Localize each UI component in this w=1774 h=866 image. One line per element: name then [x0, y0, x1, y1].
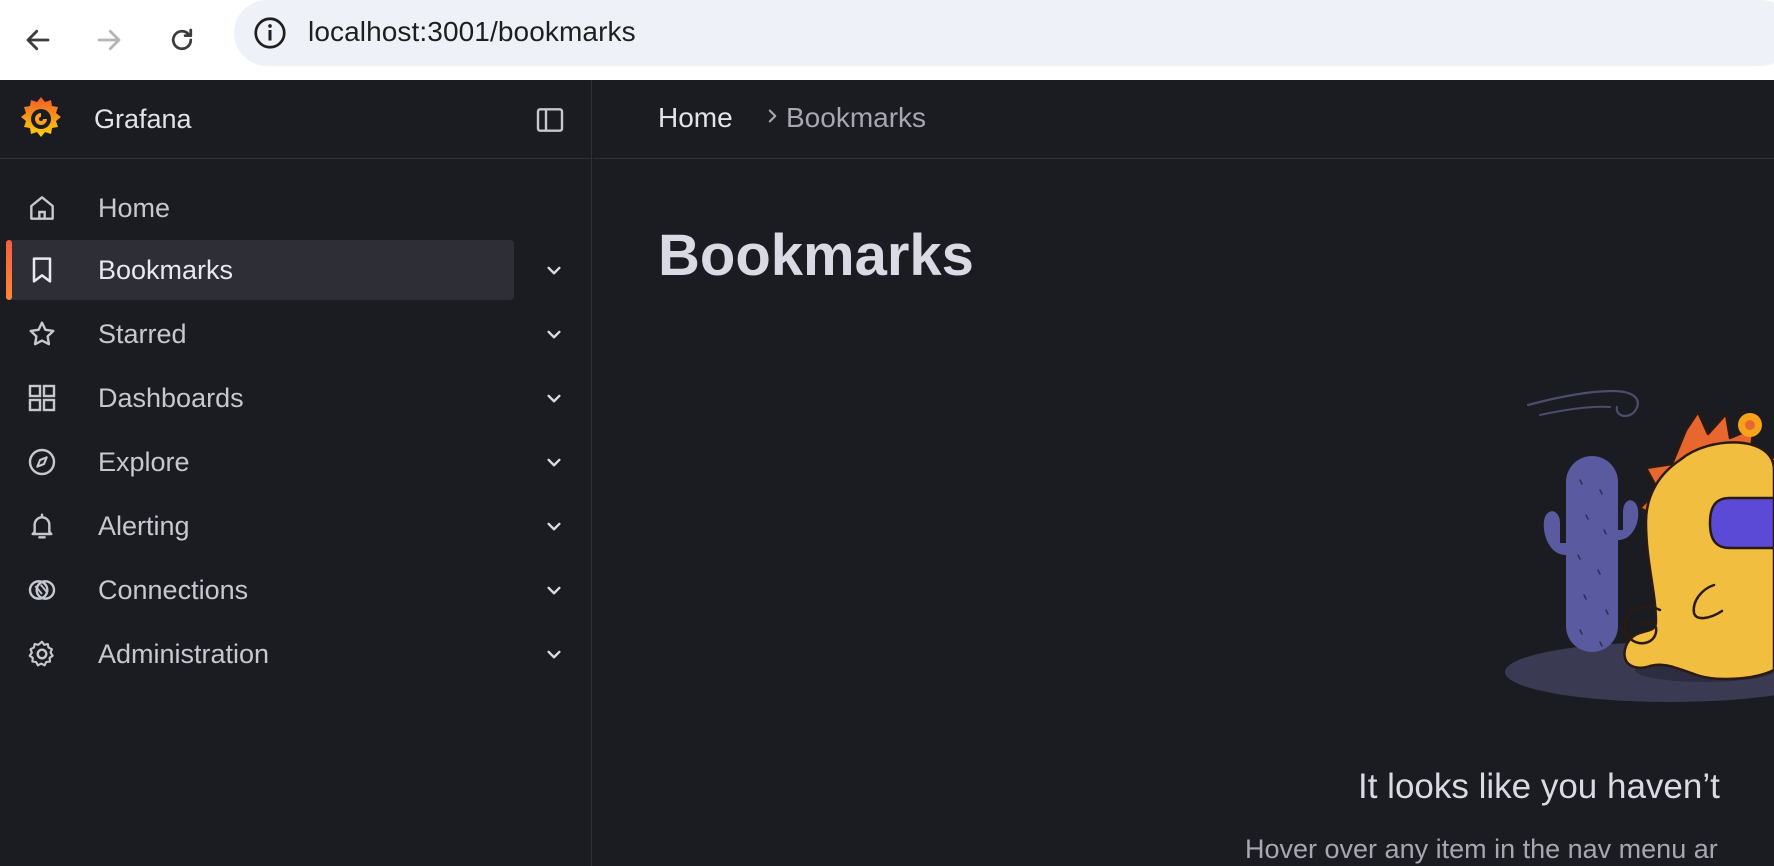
sidebar-item-alerting[interactable]: Alerting — [6, 496, 514, 556]
chevron-down-icon[interactable] — [541, 257, 567, 283]
sidebar-item-administration[interactable]: Administration — [6, 624, 514, 684]
sidebar: Grafana Home Bookmarks Starred Dashboard… — [0, 80, 592, 866]
sidebar-item-label: Explore — [98, 447, 190, 477]
reload-icon — [171, 28, 193, 51]
sidebar-item-label: Alerting — [98, 511, 190, 541]
address-bar[interactable]: localhost:3001/bookmarks — [234, 0, 1774, 66]
grafana-logo-icon[interactable] — [16, 94, 66, 144]
gear-icon — [28, 640, 54, 667]
browser-toolbar: localhost:3001/bookmarks — [0, 0, 1774, 80]
sidebar-item-starred[interactable]: Starred — [6, 304, 514, 364]
sidebar-item-connections[interactable]: Connections — [6, 560, 514, 620]
compass-icon — [28, 448, 56, 476]
empty-state-subtitle: Hover over any item in the nav menu ar — [1245, 834, 1718, 864]
brand-name: Grafana — [94, 104, 192, 134]
bookmark-icon — [32, 257, 52, 283]
chevron-right-icon — [768, 109, 777, 123]
url-text[interactable]: localhost:3001/bookmarks — [308, 16, 636, 48]
sidebar-item-label: Administration — [98, 639, 270, 669]
sidebar-item-explore[interactable]: Explore — [6, 432, 514, 492]
page-title: Bookmarks — [658, 223, 974, 288]
chevron-down-icon[interactable] — [541, 385, 567, 411]
breadcrumb: Home Bookmarks — [593, 80, 1774, 159]
reload-button[interactable] — [154, 12, 210, 68]
star-icon — [29, 321, 55, 346]
back-arrow-icon — [26, 29, 50, 51]
chevron-down-icon[interactable] — [541, 577, 567, 603]
sidebar-item-label: Bookmarks — [98, 255, 234, 285]
chevron-down-icon[interactable] — [541, 513, 567, 539]
breadcrumb-home-link[interactable]: Home — [658, 102, 733, 134]
sidebar-item-label: Dashboards — [98, 383, 244, 413]
chevron-down-icon[interactable] — [541, 321, 567, 347]
bell-icon — [31, 513, 53, 539]
sidebar-item-label: Connections — [98, 575, 249, 605]
dock-menu-icon[interactable] — [534, 104, 566, 136]
chevron-down-icon[interactable] — [541, 449, 567, 475]
sidebar-header: Grafana — [0, 80, 592, 159]
chevron-down-icon[interactable] — [541, 641, 567, 667]
sidebar-item-label: Home — [98, 193, 171, 223]
forward-button[interactable] — [81, 12, 137, 68]
breadcrumb-current: Bookmarks — [786, 102, 927, 133]
back-button[interactable] — [10, 12, 66, 68]
sidebar-item-home[interactable]: Home — [6, 178, 514, 238]
home-icon — [30, 196, 54, 220]
empty-state-illustration — [1505, 389, 1774, 702]
sidebar-item-label: Starred — [98, 319, 187, 349]
connections-icon — [28, 580, 56, 600]
sidebar-item-bookmarks[interactable]: Bookmarks — [6, 240, 514, 300]
forward-arrow-icon — [97, 29, 121, 51]
info-icon[interactable] — [252, 15, 288, 51]
active-indicator — [6, 240, 12, 300]
empty-state-title: It looks like you haven’t — [1358, 767, 1720, 806]
apps-icon — [28, 384, 56, 412]
sidebar-item-dashboards[interactable]: Dashboards — [6, 368, 514, 428]
